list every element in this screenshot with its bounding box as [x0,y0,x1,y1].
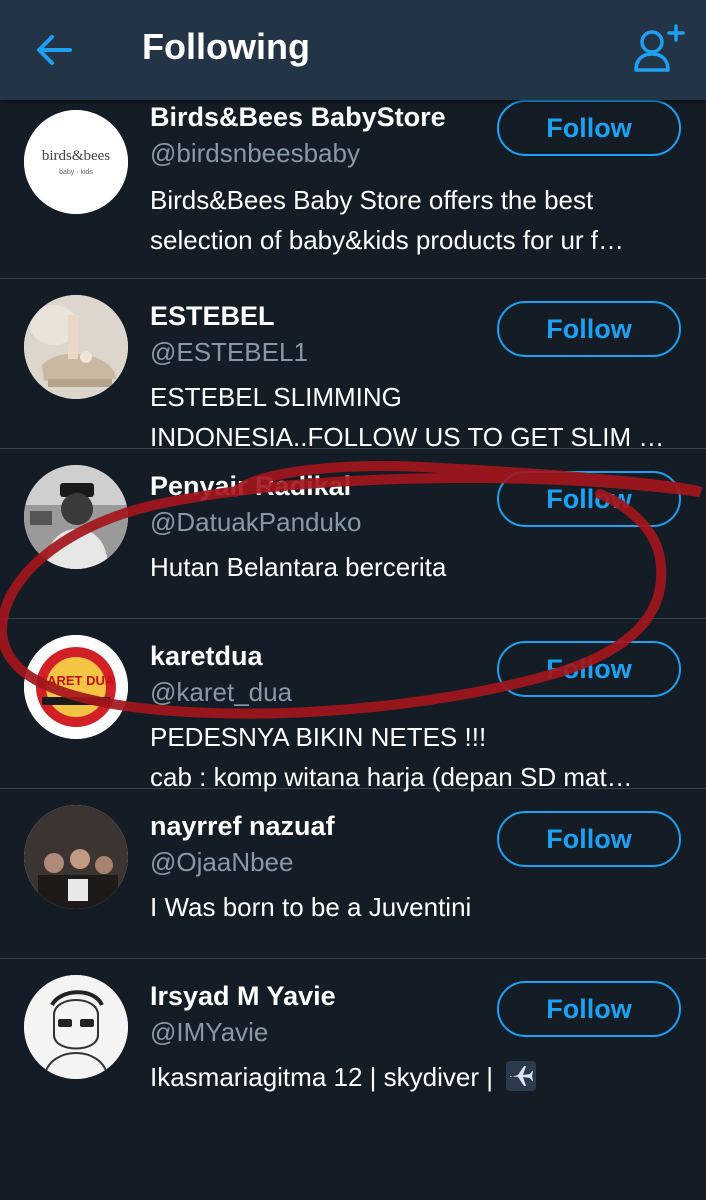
account-handle: @IMYavie [150,1017,269,1047]
account-name[interactable]: ESTEBEL [150,301,275,332]
avatar[interactable] [24,465,128,569]
account-name[interactable]: Penyair Radikal [150,471,351,502]
follow-button[interactable]: Follow [497,811,681,867]
account-bio: Birds&Bees Baby Store offers the best se… [150,185,625,255]
list-item[interactable]: KARET DUA karetdua @karet_dua PEDESNYA B… [0,619,706,792]
account-name[interactable]: karetdua [150,641,263,672]
follow-button[interactable]: Follow [497,981,681,1037]
svg-text:baby · kids: baby · kids [59,169,93,176]
list-item[interactable]: nayrref nazuaf @OjaaNbee I Was born to b… [0,789,706,959]
group-photo [24,805,128,909]
account-handle: @birdsnbeesbaby [150,138,360,168]
following-list: birds&bees baby · kids Birds&Bees BabySt… [0,100,706,1128]
svg-text:birds&bees: birds&bees [42,148,110,164]
avatar[interactable]: KARET DUA [24,635,128,739]
account-name[interactable]: Birds&Bees BabyStore [150,102,446,133]
account-handle: @ESTEBEL1 [150,337,308,367]
karetdua-logo: KARET DUA [24,635,128,739]
app-header: Following [0,0,706,100]
sketch-portrait [24,975,128,1079]
list-item[interactable]: birds&bees baby · kids Birds&Bees BabySt… [0,100,706,279]
svg-text:KARET DUA: KARET DUA [38,673,115,688]
back-arrow-icon[interactable] [34,30,74,70]
account-handle: @DatuakPanduko [150,507,362,537]
list-item[interactable]: Penyair Radikal @DatuakPanduko Hutan Bel… [0,449,706,619]
page-title: Following [142,26,310,67]
follow-button[interactable]: Follow [497,641,681,697]
follow-button[interactable]: Follow [497,301,681,357]
follow-button[interactable]: Follow [497,471,681,527]
avatar[interactable] [24,805,128,909]
account-bio: Ikasmariagitma 12 | skydiver | [150,1057,690,1097]
avatar[interactable] [24,975,128,1079]
account-bio: Hutan Belantara bercerita [150,552,447,582]
list-item[interactable]: Irsyad M Yavie @IMYavie Ikasmariagitma 1… [0,959,706,1128]
account-bio: ESTEBEL SLIMMING INDONESIA..FOLLOW US TO… [150,382,665,452]
account-handle: @karet_dua [150,677,293,707]
list-item[interactable]: ESTEBEL @ESTEBEL1 ESTEBEL SLIMMING INDON… [0,279,706,452]
portrait-photo [24,465,128,569]
avatar[interactable] [24,295,128,399]
shoe-photo [24,295,128,399]
account-bio: PEDESNYA BIKIN NETES !!! cab : komp wita… [150,722,633,792]
account-bio: I Was born to be a Juventini [150,892,472,922]
account-handle: @OjaaNbee [150,847,294,877]
airplane-icon [506,1061,537,1091]
add-user-icon[interactable] [632,24,686,74]
account-name[interactable]: nayrref nazuaf [150,811,335,842]
birdsbees-logo: birds&bees baby · kids [24,110,128,214]
avatar[interactable]: birds&bees baby · kids [24,110,128,214]
follow-button[interactable]: Follow [497,100,681,156]
account-name[interactable]: Irsyad M Yavie [150,981,336,1012]
